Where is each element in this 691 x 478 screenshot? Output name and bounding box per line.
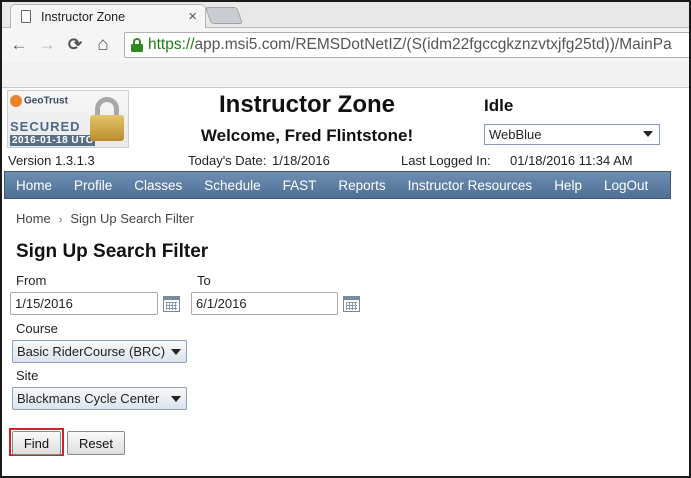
- url-scheme: https://: [148, 36, 195, 53]
- browser-window: Instructor Zone × ← → ⟳ ⌂ https://app.ms…: [0, 0, 691, 478]
- site-label: Site: [16, 368, 39, 383]
- close-tab-icon[interactable]: ×: [188, 9, 197, 24]
- site-select-value: Blackmans Cycle Center: [17, 391, 160, 406]
- menu-item-fast[interactable]: FAST: [272, 178, 328, 193]
- page-icon: [21, 10, 31, 23]
- menu-item-reports[interactable]: Reports: [327, 178, 396, 193]
- to-date-input[interactable]: 6/1/2016: [191, 292, 338, 315]
- geotrust-seal[interactable]: GeoTrust SECURED 2016-01-18 UTC: [7, 90, 129, 148]
- to-date-value: 6/1/2016: [196, 296, 247, 311]
- menu-item-logout[interactable]: LogOut: [593, 178, 659, 193]
- menu-item-home[interactable]: Home: [5, 178, 63, 193]
- chevron-down-icon: [171, 396, 181, 402]
- last-logged-value: 01/18/2016 11:34 AM: [510, 153, 633, 168]
- last-logged-label: Last Logged In:: [401, 153, 491, 168]
- from-date-value: 1/15/2016: [15, 296, 73, 311]
- breadcrumb-separator-icon: ›: [58, 214, 63, 226]
- back-icon[interactable]: ←: [8, 34, 30, 56]
- app-title: Instructor Zone: [218, 91, 395, 118]
- to-label: To: [197, 273, 211, 288]
- theme-select-value: WebBlue: [489, 127, 542, 142]
- home-icon[interactable]: ⌂: [92, 34, 114, 56]
- seal-date: 2016-01-18 UTC: [10, 135, 96, 146]
- geotrust-logo: GeoTrust: [10, 95, 68, 107]
- welcome-message: Welcome, Fred Flintstone!: [200, 126, 414, 145]
- reload-icon[interactable]: ⟳: [64, 34, 86, 56]
- menu-item-classes[interactable]: Classes: [123, 178, 193, 193]
- seal-brand: GeoTrust: [24, 95, 68, 107]
- from-date-input[interactable]: 1/15/2016: [10, 292, 158, 315]
- breadcrumb-home-link[interactable]: Home: [16, 211, 51, 226]
- status-text: Idle: [484, 96, 514, 115]
- to-calendar-icon[interactable]: [343, 296, 360, 312]
- course-select-value: Basic RiderCourse (BRC): [17, 344, 166, 359]
- url-path: app.msi5.com/REMSDotNetIZ/(S(idm22fgccgk…: [194, 36, 672, 53]
- version-text: Version 1.3.1.3: [8, 153, 95, 168]
- theme-select[interactable]: WebBlue: [484, 124, 660, 145]
- breadcrumb-current: Sign Up Search Filter: [70, 211, 194, 226]
- from-label: From: [16, 273, 47, 288]
- browser-toolbar: ← → ⟳ ⌂ https://app.msi5.com/REMSDotNetI…: [2, 28, 689, 62]
- reset-button[interactable]: Reset: [67, 431, 125, 455]
- today-value: 1/18/2016: [272, 153, 330, 168]
- course-label: Course: [16, 321, 58, 336]
- course-select[interactable]: Basic RiderCourse (BRC): [12, 340, 187, 363]
- forward-icon[interactable]: →: [36, 34, 58, 56]
- address-bar[interactable]: https://app.msi5.com/REMSDotNetIZ/(S(idm…: [124, 32, 689, 58]
- seal-secured-text: SECURED: [10, 119, 81, 134]
- from-calendar-icon[interactable]: [163, 296, 180, 312]
- secure-lock-icon[interactable]: [131, 38, 143, 52]
- menu-item-instructor-resources[interactable]: Instructor Resources: [397, 178, 544, 193]
- menu-item-help[interactable]: Help: [543, 178, 593, 193]
- padlock-icon: [90, 97, 124, 141]
- site-select[interactable]: Blackmans Cycle Center: [12, 387, 187, 410]
- page-title: Sign Up Search Filter: [16, 241, 209, 262]
- chevron-down-icon: [643, 131, 653, 137]
- find-button[interactable]: Find: [12, 431, 61, 455]
- menu-item-schedule[interactable]: Schedule: [193, 178, 271, 193]
- bookmarks-bar: [2, 62, 689, 88]
- tab-strip: Instructor Zone ×: [2, 2, 689, 28]
- tab-title: Instructor Zone: [41, 9, 126, 24]
- new-tab-button[interactable]: [204, 7, 244, 24]
- menu-item-profile[interactable]: Profile: [63, 178, 123, 193]
- today-label: Today's Date:: [188, 153, 267, 168]
- main-menu: Home Profile Classes Schedule FAST Repor…: [4, 171, 671, 199]
- chevron-down-icon: [171, 349, 181, 355]
- breadcrumb: Home › Sign Up Search Filter: [16, 211, 194, 226]
- browser-tab[interactable]: Instructor Zone ×: [10, 4, 206, 28]
